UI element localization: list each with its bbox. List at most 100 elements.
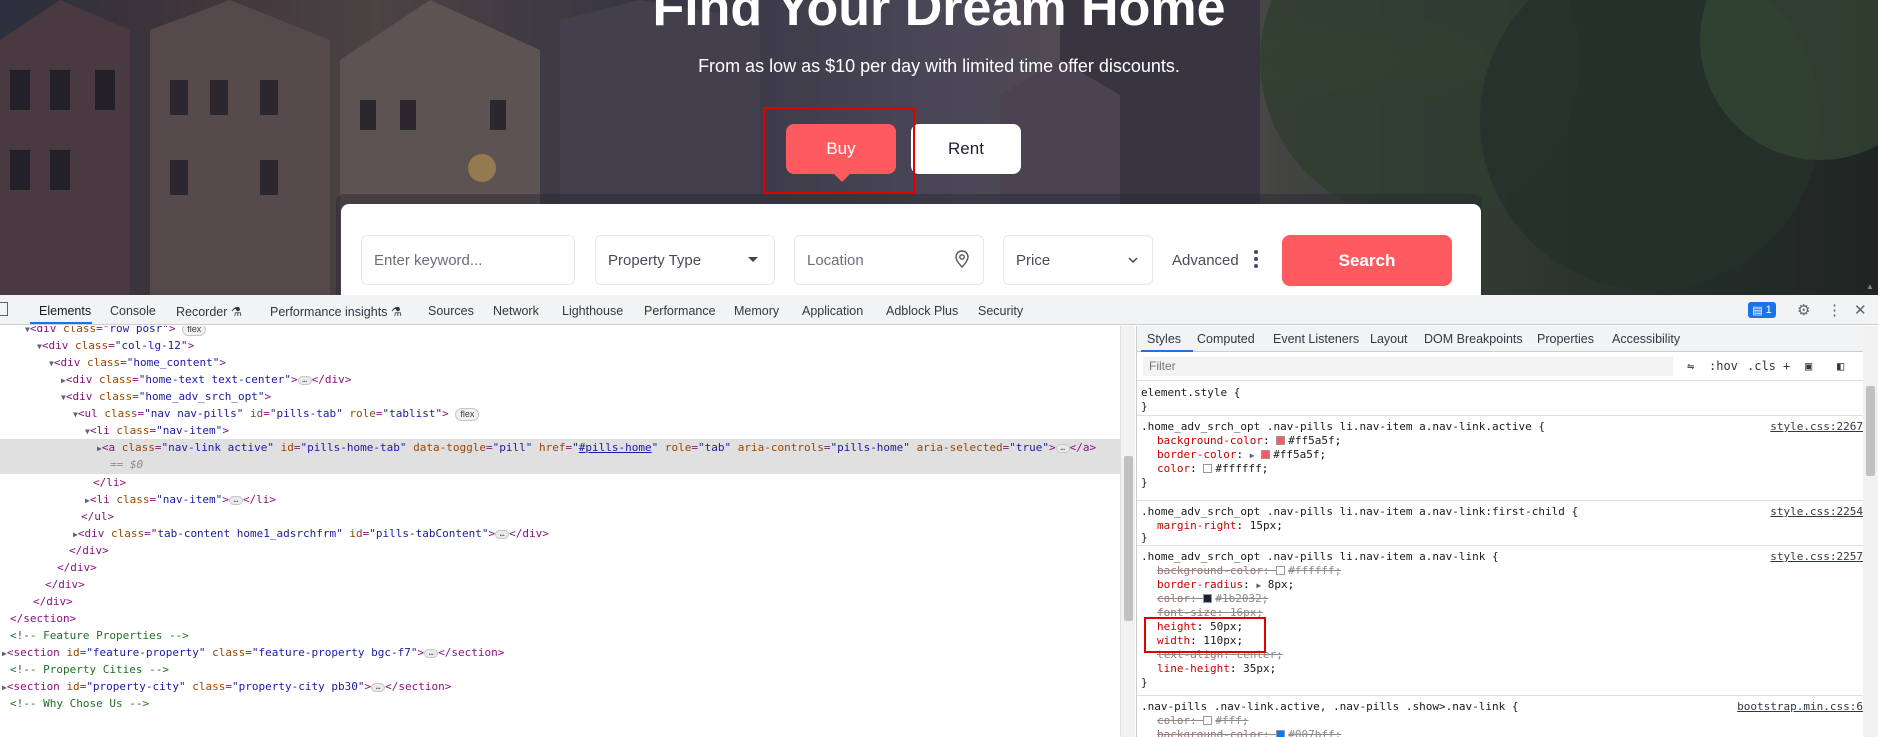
dom-node[interactable]: ▼<div class="home_content"> <box>0 354 1120 371</box>
color-swatch[interactable] <box>1276 566 1286 575</box>
tab-accessibility[interactable]: Accessibility <box>1612 332 1680 346</box>
more-vertical-icon[interactable]: ⋮ <box>1827 301 1842 319</box>
dom-scrollbar[interactable] <box>1120 326 1135 737</box>
dom-node[interactable]: </section> <box>0 610 1120 627</box>
rule-selector[interactable]: .nav-pills .nav-link.active, .nav-pills … <box>1141 700 1519 714</box>
dock-icon[interactable] <box>0 302 8 316</box>
flex-badge[interactable]: flex <box>182 326 207 336</box>
location-input[interactable]: Location <box>794 235 984 285</box>
css-property[interactable]: color: #ffffff; <box>1157 462 1268 476</box>
tab-elements[interactable]: Elements <box>39 304 91 318</box>
tab-security[interactable]: Security <box>978 304 1023 318</box>
css-property[interactable]: border-color: ▶ #ff5a5f; <box>1157 448 1326 462</box>
rule-close: } <box>1141 400 1148 413</box>
tab-performance[interactable]: Performance <box>644 304 716 318</box>
dom-node[interactable]: ▼<div class="row posr"> flex <box>0 326 1120 337</box>
css-property[interactable]: border-radius: ▶ 8px; <box>1157 578 1294 592</box>
hero-subtitle: From as low as $10 per day with limited … <box>698 56 1180 76</box>
color-swatch[interactable] <box>1276 436 1286 445</box>
tab-dom-breakpoints[interactable]: DOM Breakpoints <box>1424 332 1523 346</box>
rule-selector[interactable]: element.style { <box>1141 386 1240 400</box>
tab-sources[interactable]: Sources <box>428 304 474 318</box>
keyword-input[interactable]: Enter keyword... <box>361 235 575 285</box>
tab-performance-insights[interactable]: Performance insights ⚗ <box>270 304 402 319</box>
tab-event-listeners[interactable]: Event Listeners <box>1273 332 1359 346</box>
color-swatch[interactable] <box>1203 594 1213 603</box>
dom-node[interactable]: </div> <box>0 576 1120 593</box>
css-property[interactable]: margin-right: 15px; <box>1157 519 1283 533</box>
css-property-overridden[interactable]: background-color: #ffffff; <box>1157 564 1341 578</box>
advanced-toggle[interactable]: Advanced <box>1172 252 1239 269</box>
styles-scrollbar-thumb[interactable] <box>1866 386 1875 476</box>
gear-icon[interactable]: ⚙ <box>1797 301 1810 319</box>
dom-node[interactable]: ▼<div class="home_adv_srch_opt"> <box>0 388 1120 405</box>
cls-toggle[interactable]: .cls <box>1747 359 1776 373</box>
dom-comment[interactable]: <!-- Property Cities --> <box>0 661 1120 678</box>
hero-title: Find Your Dream Home <box>652 0 1226 37</box>
tab-styles[interactable]: Styles <box>1147 332 1181 346</box>
styles-filter-input[interactable] <box>1143 357 1673 376</box>
property-type-select[interactable]: Property Type <box>595 235 775 285</box>
color-swatch[interactable] <box>1203 464 1213 473</box>
toggle-state-icon[interactable]: ⇋ <box>1687 359 1694 373</box>
styles-scrollbar[interactable] <box>1863 326 1878 737</box>
tab-computed[interactable]: Computed <box>1197 332 1255 346</box>
computed-styles-icon[interactable]: ▣ <box>1805 359 1812 373</box>
rule-source-link[interactable]: style.css:2267 <box>1770 420 1863 434</box>
hov-toggle[interactable]: :hov <box>1709 359 1738 373</box>
dom-node[interactable]: ▼<ul class="nav nav-pills" id="pills-tab… <box>0 405 1120 422</box>
rule-source-link[interactable]: style.css:2254 <box>1770 505 1863 519</box>
dom-node[interactable]: ▶<li class="nav-item">… </li> <box>0 491 1120 508</box>
color-swatch[interactable] <box>1261 450 1271 459</box>
dom-node[interactable]: </div> <box>0 542 1120 559</box>
dom-comment[interactable]: <!-- Feature Properties --> <box>0 627 1120 644</box>
issues-badge[interactable]: ▤ 1 <box>1748 302 1776 318</box>
tab-memory[interactable]: Memory <box>734 304 779 318</box>
css-property[interactable]: line-height: 35px; <box>1157 662 1276 676</box>
rule-selector[interactable]: .home_adv_srch_opt .nav-pills li.nav-ite… <box>1141 420 1545 434</box>
close-icon[interactable]: ✕ <box>1854 301 1867 319</box>
search-button[interactable]: Search <box>1282 235 1452 286</box>
tab-rent[interactable]: Rent <box>911 124 1021 174</box>
rule-selector[interactable]: .home_adv_srch_opt .nav-pills li.nav-ite… <box>1141 505 1578 519</box>
color-swatch[interactable] <box>1203 716 1213 725</box>
css-property[interactable]: background-color: #ff5a5f; <box>1157 434 1341 448</box>
price-select[interactable]: Price <box>1003 235 1153 285</box>
dom-node[interactable]: </ul> <box>0 508 1120 525</box>
dom-node[interactable]: ▶<div class="tab-content home1_adsrchfrm… <box>0 525 1120 542</box>
dom-node[interactable]: </div> <box>0 593 1120 610</box>
new-rule-button[interactable]: + <box>1783 359 1790 373</box>
chevron-down-icon <box>1128 253 1138 267</box>
tab-layout[interactable]: Layout <box>1370 332 1408 346</box>
dom-node[interactable]: ▶<section id="property-city" class="prop… <box>0 678 1120 695</box>
page-scroll-up-arrow-icon[interactable]: ▲ <box>1866 282 1874 291</box>
sidebar-toggle-icon[interactable]: ◧ <box>1837 359 1844 373</box>
dom-comment[interactable]: <!-- Why Chose Us --> <box>0 695 1120 712</box>
tab-recorder[interactable]: Recorder ⚗ <box>176 304 242 319</box>
tab-network[interactable]: Network <box>493 304 539 318</box>
tab-application[interactable]: Application <box>802 304 863 318</box>
tab-adblock-plus[interactable]: Adblock Plus <box>886 304 958 318</box>
css-property-overridden[interactable]: color: #1b2032; <box>1157 592 1268 606</box>
dom-node[interactable]: ▼<div class="col-lg-12"> <box>0 337 1120 354</box>
flex-badge[interactable]: flex <box>455 407 480 421</box>
rule-source-link[interactable]: style.css:2257 <box>1770 550 1863 564</box>
rule-close: } <box>1141 676 1148 689</box>
color-swatch[interactable] <box>1276 730 1286 737</box>
dom-node-selected[interactable]: ▶<a class="nav-link active" id="pills-ho… <box>0 439 1120 474</box>
rule-source-link[interactable]: bootstrap.min.css:6 <box>1737 700 1863 714</box>
dom-node[interactable]: ▼<li class="nav-item"> <box>0 422 1120 439</box>
rule-selector[interactable]: .home_adv_srch_opt .nav-pills li.nav-ite… <box>1141 550 1499 564</box>
dom-node[interactable]: ▶<section id="feature-property" class="f… <box>0 644 1120 661</box>
css-property-overridden[interactable]: background-color: #007bff; <box>1157 728 1341 737</box>
tab-lighthouse[interactable]: Lighthouse <box>562 304 623 318</box>
dom-scrollbar-thumb[interactable] <box>1124 456 1133 621</box>
more-vertical-icon[interactable] <box>1254 250 1258 268</box>
css-property-overridden[interactable]: color: #fff; <box>1157 714 1249 728</box>
dom-node[interactable]: </li> <box>0 474 1120 491</box>
tab-properties[interactable]: Properties <box>1537 332 1594 346</box>
tab-console[interactable]: Console <box>110 304 156 318</box>
dom-node[interactable]: ▶<div class="home-text text-center">… </d… <box>0 371 1120 388</box>
dom-node[interactable]: </div> <box>0 559 1120 576</box>
rule-close: } <box>1141 476 1148 489</box>
